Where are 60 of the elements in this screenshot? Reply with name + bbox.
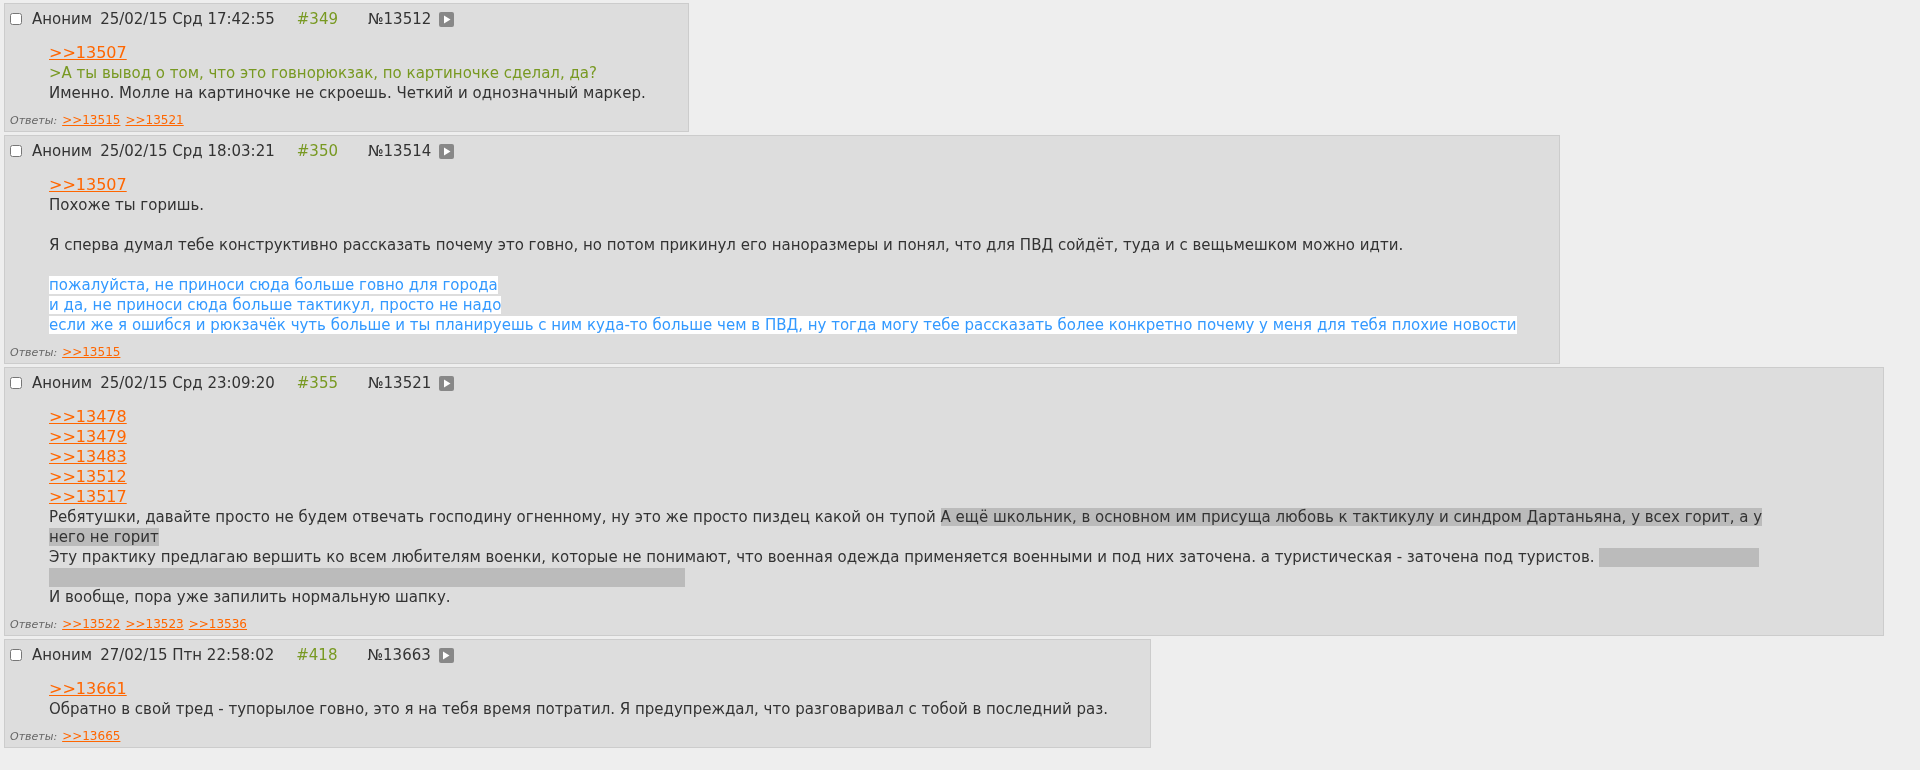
highlighted-text: и да, не приноси сюда больше тактикул, просто не надо xyxy=(49,296,502,314)
post-date: 25/02/15 Срд 17:42:55 xyxy=(100,9,275,29)
author-name: Аноним xyxy=(32,373,93,393)
quote-text: >А ты вывод о том, что это говнорюкзак, по картиночке сделал, да? xyxy=(49,64,597,82)
post-id[interactable]: №13512 xyxy=(367,9,432,29)
author-name: Аноним xyxy=(32,141,93,161)
play-button[interactable] xyxy=(439,11,455,27)
play-icon xyxy=(442,146,451,156)
post-text: Я сперва думал тебе конструктивно рассказать почему это говно, но потом прикинул его наноразмеры и понял, что для ПВД сойдёт, туда и с вещьмешком можно идти. xyxy=(49,236,1404,254)
play-button[interactable] xyxy=(439,375,455,391)
post-date: 27/02/15 Птн 22:58:02 xyxy=(100,645,275,665)
reply-link[interactable]: >>13507 xyxy=(49,43,127,62)
replies-label: Ответы: xyxy=(10,346,58,359)
author-name: Аноним xyxy=(32,9,93,29)
post-id[interactable]: №13663 xyxy=(367,645,431,665)
post-number[interactable]: #350 xyxy=(296,141,338,161)
spoiler-text[interactable]: А ещё школьник, в основном им присуща любовь к тактикулу и синдром Дартаньяна, у всех горит, а у xyxy=(940,508,1763,526)
reply-link[interactable]: >>13523 xyxy=(125,617,184,631)
reply-link[interactable]: >>13515 xyxy=(62,113,121,127)
select-checkbox[interactable] xyxy=(10,145,22,157)
highlighted-text: пожалуйста, не приноси сюда больше говно для города xyxy=(49,276,498,294)
post-text: Эту практику предлагаю вершить ко всем любителям военки, которые не понимают, что военная одежда применяется военными и под них заточена. а туристическая - заточена под туристов. xyxy=(49,548,1596,566)
play-icon xyxy=(442,378,451,388)
reply-link[interactable]: >>13512 xyxy=(49,467,127,486)
post-date: 25/02/15 Срд 18:03:21 xyxy=(100,141,275,161)
reply-link[interactable]: >>13536 xyxy=(188,617,247,631)
reply-link[interactable]: >>13522 xyxy=(62,617,121,631)
author-name: Аноним xyxy=(32,645,93,665)
post-id[interactable]: №13521 xyxy=(367,373,432,393)
post-id[interactable]: №13514 xyxy=(367,141,432,161)
post-number[interactable]: #349 xyxy=(296,9,338,29)
select-checkbox[interactable] xyxy=(10,649,22,661)
post-number[interactable]: #355 xyxy=(296,373,338,393)
post-text: Ребятушки, давайте просто не будем отвечать господину огненному, ну это же просто пиздец какой он тупой xyxy=(49,508,937,526)
reply-link[interactable]: >>13483 xyxy=(49,447,127,466)
post-text: И вообще, пора уже запилить нормальную шапку. xyxy=(49,588,451,606)
reply-link[interactable]: >>13479 xyxy=(49,427,127,446)
select-checkbox[interactable] xyxy=(10,13,22,25)
select-checkbox[interactable] xyxy=(10,377,22,389)
replies-label: Ответы: xyxy=(10,618,58,631)
post-date: 25/02/15 Срд 23:09:20 xyxy=(100,373,275,393)
post-text: Обратно в свой тред - тупорылое говно, это я на тебя время потратил. Я предупреждал, что разговаривал с тобой в последний раз. xyxy=(49,700,1108,718)
post-text: Именно. Молле на картиночке не скроешь. Четкий и однозначный маркер. xyxy=(49,84,646,102)
reply-link[interactable]: >>13665 xyxy=(62,729,121,743)
post-text: Похоже ты горишь. xyxy=(49,196,205,214)
reply-link[interactable]: >>13515 xyxy=(62,345,121,359)
play-icon xyxy=(442,14,451,24)
replies-label: Ответы: xyxy=(10,730,58,743)
highlighted-text: если же я ошибся и рюкзачёк чуть больше и ты планируешь с ним куда-то больше чем в ПВД, ну тогда могу тебе рассказать более конкретно почему у меня для тебя плохие новости xyxy=(49,316,1517,334)
post-number[interactable]: #418 xyxy=(296,645,338,665)
reply-link[interactable]: >>13661 xyxy=(49,679,127,698)
reply-link[interactable]: >>13521 xyxy=(125,113,184,127)
play-icon xyxy=(442,650,451,660)
play-button[interactable] xyxy=(438,647,454,663)
reply-link[interactable]: >>13507 xyxy=(49,175,127,194)
replies-label: Ответы: xyxy=(10,114,58,127)
reply-link[interactable]: >>13517 xyxy=(49,487,127,506)
spoiler-text[interactable]: него не горит xyxy=(49,528,159,546)
play-button[interactable] xyxy=(439,143,455,159)
reply-link[interactable]: >>13478 xyxy=(49,407,127,426)
